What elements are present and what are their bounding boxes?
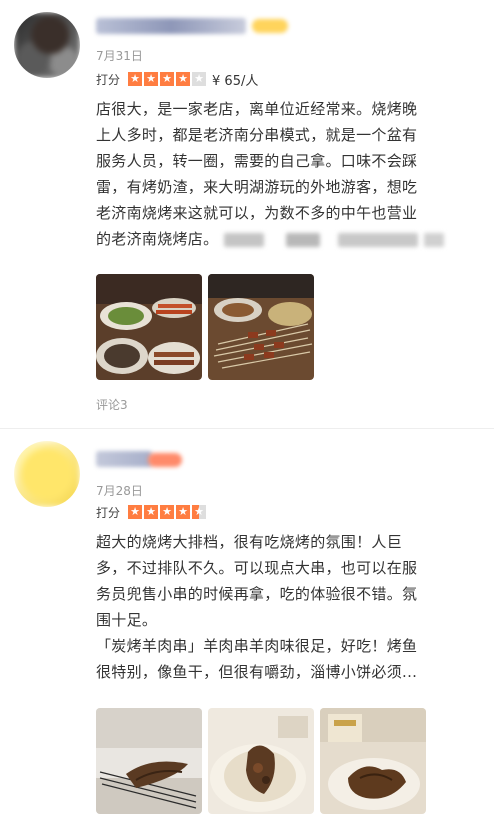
review-card: 7月28日 打分 ★ ★ ★ ★ ★ 超大的烧烤大排档，很有吃烧烤的氛围！人巨 … [0,429,494,816]
redacted-text [338,232,419,247]
rating-row: 打分 ★ ★ ★ ★ ★ [96,503,212,521]
star-icon: ★ [128,505,143,519]
skewers-pile-photo [208,274,314,380]
review-photo-bbq-table[interactable] [96,274,202,380]
review-line: 上人多时，都是老济南分串模式，就是一个盆有 [96,126,418,144]
review-line: 店很大，是一家老店，离单位近经常来。烧烤晚 [96,100,418,118]
review-photo-grilled-fish[interactable] [96,708,202,814]
rating-row: 打分 ★ ★ ★ ★ ★ ¥ 65/人 [96,70,259,89]
review-text[interactable]: 店很大，是一家老店，离单位近经常来。烧烤晚 上人多时，都是老济南分串模式，就是一… [96,96,445,252]
review-photo-skewers[interactable] [208,274,314,380]
star-empty-icon: ★ [192,72,207,86]
redacted-text [286,232,321,247]
star-icon: ★ [144,72,159,86]
review-photo-pancake-wrap[interactable] [208,708,314,814]
avatar[interactable] [14,441,80,507]
review-line: 雷，有烤奶渣，来大明湖游玩的外地游客，想吃 [96,178,418,196]
redacted-text [224,232,265,247]
bbq-table-photo [96,274,202,380]
review-photo-meat-plate[interactable] [320,708,426,814]
review-line: 多，不过排队不久。可以现点大串，也可以在服 [96,559,418,577]
comment-count[interactable]: 评论3 [96,396,128,413]
pancake-wrap-photo [208,708,314,814]
user-level-badge [148,453,182,467]
grilled-fish-photo [96,708,202,814]
review-line-text: 的老济南烧烤店。 [96,230,219,248]
review-line: 超大的烧烤大排档，很有吃烧烤的氛围！人巨 [96,533,403,551]
star-rating: ★ ★ ★ ★ ★ [128,505,207,519]
star-icon: ★ [160,72,175,86]
avatar[interactable] [14,12,80,78]
price-per-person: ¥ 65/人 [212,73,259,89]
review-card: 7月31日 打分 ★ ★ ★ ★ ★ ¥ 65/人 店很大，是一家老店，离单位近… [0,0,494,428]
review-text[interactable]: 超大的烧烤大排档，很有吃烧烤的氛围！人巨 多，不过排队不久。可以现点大串，也可以… [96,529,417,685]
star-rating: ★ ★ ★ ★ ★ [128,72,207,86]
redacted-text [424,232,445,247]
username-redacted[interactable] [96,18,246,34]
star-icon: ★ [176,72,191,86]
review-line: 服务人员，转一圈，需要的自己拿。口味不会踩 [96,152,418,170]
user-level-badge [252,19,288,33]
review-line: 的老济南烧烤店。 [96,226,445,252]
star-icon: ★ [128,72,143,86]
rating-label: 打分 [96,505,121,520]
review-line: 务员兜售小串的时候再拿，吃的体验很不错。氛 [96,585,418,603]
username-redacted[interactable] [96,451,152,467]
review-date: 7月31日 [96,49,143,63]
rating-label: 打分 [96,72,121,87]
review-line: 「炭烤羊肉串」羊肉串羊肉味很足，好吃！烤鱼 [96,637,418,655]
review-date: 7月28日 [96,484,143,498]
star-icon: ★ [144,505,159,519]
star-icon: ★ [160,505,175,519]
star-icon: ★ [176,505,191,519]
star-half-icon: ★ [192,505,207,519]
meat-plate-photo [320,708,426,814]
review-line: 老济南烧烤来这就可以，为数不多的中午也营业 [96,204,418,222]
review-line: 围十足。 [96,611,158,629]
review-line: 很特别，像鱼干，但很有嚼劲，淄博小饼必须... [96,663,418,681]
